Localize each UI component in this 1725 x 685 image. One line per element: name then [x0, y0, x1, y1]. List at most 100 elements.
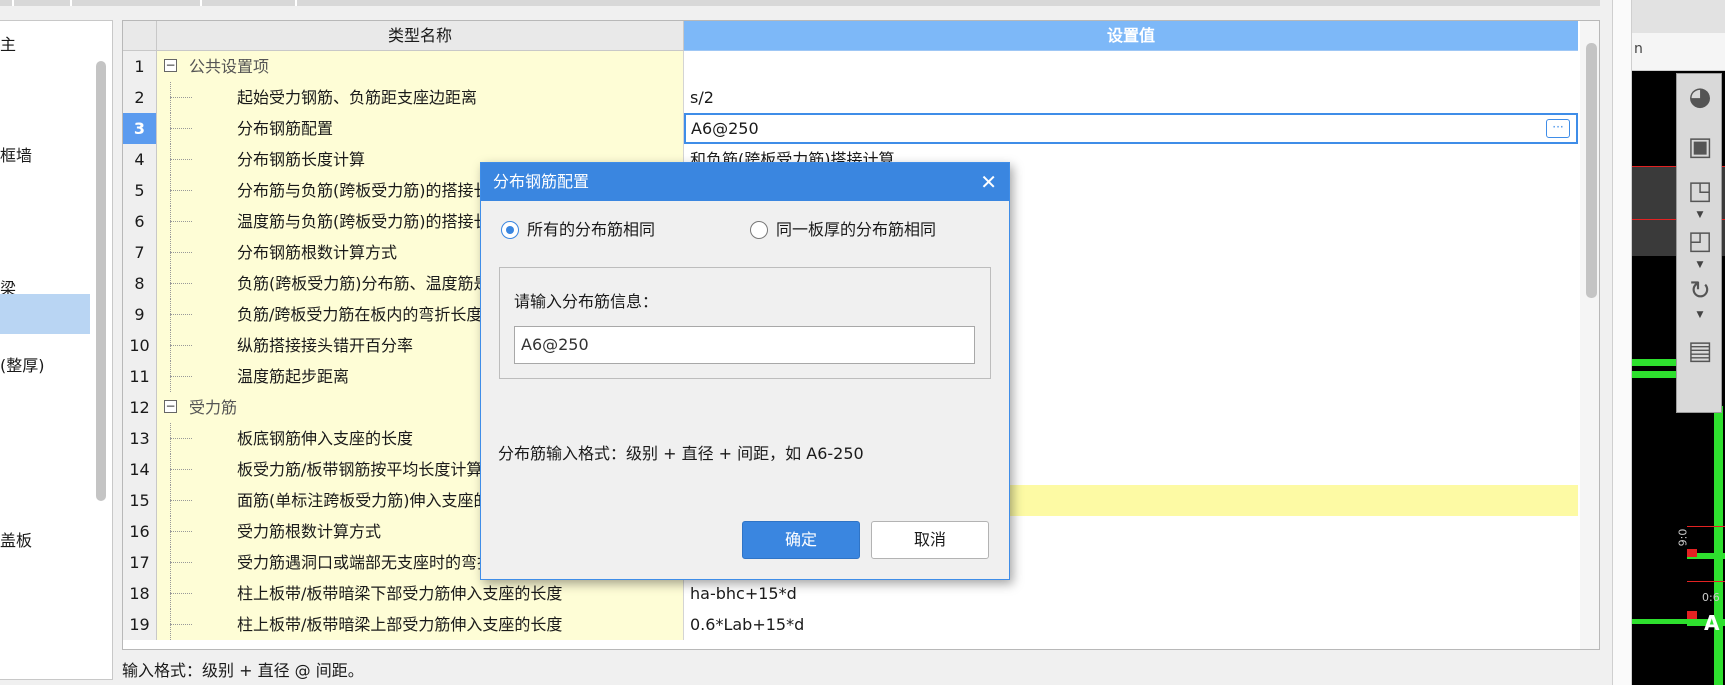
- radio-label: 所有的分布筋相同: [527, 220, 656, 239]
- chevron-down-icon[interactable]: ▼: [1695, 210, 1705, 220]
- tree-item-selected[interactable]: [0, 294, 90, 334]
- row-number: 9: [123, 299, 157, 330]
- cad-red-marker: [1687, 549, 1697, 557]
- radio-selected-icon[interactable]: [501, 221, 519, 239]
- ok-button[interactable]: 确定: [742, 521, 860, 559]
- cad-red-line: [1687, 581, 1725, 582]
- table-row[interactable]: 19 柱上板带/板带暗梁上部受力筋伸入支座的长度 0.6*Lab+15*d: [123, 609, 1578, 640]
- cad-axis-marker: A: [1704, 611, 1720, 635]
- distribution-bar-input[interactable]: A6@250: [514, 326, 975, 364]
- row-value-cell[interactable]: s/2: [684, 82, 1578, 113]
- cad-tab[interactable]: n: [1632, 33, 1725, 71]
- row-number: 10: [123, 330, 157, 361]
- left-panel-scrollbar[interactable]: [96, 61, 106, 501]
- row-number: 19: [123, 609, 157, 640]
- column-header-value[interactable]: 设置值: [684, 21, 1578, 51]
- radio-unselected-icon[interactable]: [750, 221, 768, 239]
- input-label: 请输入分布筋信息：: [514, 292, 659, 311]
- table-row[interactable]: 18 柱上板带/板带暗梁下部受力筋伸入支座的长度 ha-bhc+15*d: [123, 578, 1578, 609]
- group-label: 受力筋: [189, 398, 238, 417]
- row-label: 分布钢筋配置: [237, 119, 334, 138]
- row-number: 1: [123, 51, 157, 82]
- row-value-cell[interactable]: [684, 51, 1578, 82]
- row-number: 14: [123, 454, 157, 485]
- cad-dimension-label: 0:6: [1702, 591, 1720, 604]
- row-label: 纵筋搭接接头错开百分率: [237, 336, 414, 355]
- cad-title-bar: [1632, 0, 1725, 33]
- box-view-icon[interactable]: ◰: [1683, 224, 1717, 258]
- format-hint: 分布筋输入格式：级别 + 直径 + 间距，如 A6-250: [498, 444, 864, 463]
- row-label: 柱上板带/板带暗梁上部受力筋伸入支座的长度: [237, 615, 563, 634]
- row-label: 起始受力钢筋、负筋距支座边距离: [237, 88, 478, 107]
- tree-item[interactable]: 主: [0, 25, 90, 65]
- cad-green-column: [1714, 406, 1723, 685]
- view-cube-icon[interactable]: ◳: [1683, 174, 1717, 208]
- row-number: 12: [123, 392, 157, 423]
- table-row[interactable]: 1 − 公共设置项: [123, 51, 1578, 82]
- grid-scrollbar-thumb[interactable]: [1586, 43, 1597, 298]
- row-value-editor[interactable]: A6@250 ···: [684, 113, 1578, 144]
- row-number: 5: [123, 175, 157, 206]
- row-number: 11: [123, 361, 157, 392]
- row-number: 4: [123, 144, 157, 175]
- table-row-selected[interactable]: 3 分布钢筋配置 A6@250 ···: [123, 113, 1578, 144]
- close-icon[interactable]: ✕: [980, 163, 997, 201]
- row-name-cell[interactable]: 起始受力钢筋、负筋距支座边距离: [157, 82, 684, 113]
- dialog-title[interactable]: 分布钢筋配置: [481, 163, 1009, 201]
- row-name-cell[interactable]: − 公共设置项: [157, 51, 684, 82]
- column-header-name[interactable]: 类型名称: [157, 21, 684, 51]
- row-label: 受力筋根数计算方式: [237, 522, 382, 541]
- cad-red-marker: [1687, 611, 1697, 619]
- row-number: 8: [123, 268, 157, 299]
- view-3d-icon[interactable]: ▣: [1683, 130, 1717, 164]
- row-name-cell[interactable]: 柱上板带/板带暗梁上部受力筋伸入支座的长度: [157, 609, 684, 640]
- grid-header: 类型名称 设置值: [123, 21, 1578, 51]
- cad-dimension-label: 9:0: [1676, 528, 1690, 547]
- row-label: 分布筋与负筋(跨板受力筋)的搭接长度: [237, 181, 506, 200]
- row-name-cell[interactable]: 柱上板带/板带暗梁下部受力筋伸入支座的长度: [157, 578, 684, 609]
- collapse-icon[interactable]: −: [164, 59, 177, 72]
- cancel-button[interactable]: 取消: [871, 521, 989, 559]
- row-label: 负筋/跨板受力筋在板内的弯折长度: [237, 305, 483, 324]
- row-label: 板受力筋/板带钢筋按平均长度计算: [237, 460, 483, 479]
- row-label: 柱上板带/板带暗梁下部受力筋伸入支座的长度: [237, 584, 563, 603]
- input-format-hint: 输入格式：级别 + 直径 @ 间距。: [122, 661, 364, 680]
- chevron-down-icon[interactable]: ▼: [1695, 260, 1705, 270]
- row-number: 17: [123, 547, 157, 578]
- tree-item[interactable]: 盖板: [0, 521, 90, 561]
- row-number: 15: [123, 485, 157, 516]
- row-number: 13: [123, 423, 157, 454]
- row-label: 分布钢筋根数计算方式: [237, 243, 398, 262]
- collapse-icon[interactable]: −: [164, 400, 177, 413]
- chevron-down-icon[interactable]: ▼: [1695, 310, 1705, 320]
- left-tree-panel: 主 框墙 梁 (整厚) 盖板: [0, 20, 113, 680]
- orbit-icon[interactable]: ◕: [1683, 80, 1717, 114]
- cad-view-toolbar: ◕ ▣ ◳ ▼ ◰ ▼ ↻ ▼ ▤: [1676, 73, 1722, 413]
- row-number: 2: [123, 82, 157, 113]
- splitter[interactable]: [1612, 0, 1632, 685]
- row-label: 温度筋起步距离: [237, 367, 350, 386]
- rotate-icon[interactable]: ↻: [1683, 274, 1717, 308]
- distribution-bar-dialog: 分布钢筋配置 ✕ 所有的分布筋相同 同一板厚的分布筋相同 请输入分布筋信息： A…: [480, 162, 1010, 580]
- row-label: 分布钢筋长度计算: [237, 150, 366, 169]
- row-label: 板底钢筋伸入支座的长度: [237, 429, 414, 448]
- ellipsis-button[interactable]: ···: [1546, 119, 1570, 138]
- top-tab-strip: [0, 0, 1600, 6]
- tree-item[interactable]: 框墙: [0, 136, 90, 176]
- row-number: 18: [123, 578, 157, 609]
- row-label: 温度筋与负筋(跨板受力筋)的搭接长度: [237, 212, 506, 231]
- tree-item[interactable]: (整厚): [0, 346, 90, 386]
- editor-text: A6@250: [691, 119, 759, 138]
- row-number: 3: [123, 113, 157, 144]
- table-row[interactable]: 2 起始受力钢筋、负筋距支座边距离 s/2: [123, 82, 1578, 113]
- row-number: 16: [123, 516, 157, 547]
- grid-corner: [123, 21, 157, 51]
- row-number: 7: [123, 237, 157, 268]
- radio-label: 同一板厚的分布筋相同: [776, 220, 937, 239]
- row-value-cell[interactable]: 0.6*Lab+15*d: [684, 609, 1578, 640]
- row-value-cell[interactable]: ha-bhc+15*d: [684, 578, 1578, 609]
- row-number: 6: [123, 206, 157, 237]
- group-label: 公共设置项: [189, 57, 270, 76]
- row-name-cell[interactable]: 分布钢筋配置: [157, 113, 684, 144]
- grid-settings-icon[interactable]: ▤: [1683, 334, 1717, 368]
